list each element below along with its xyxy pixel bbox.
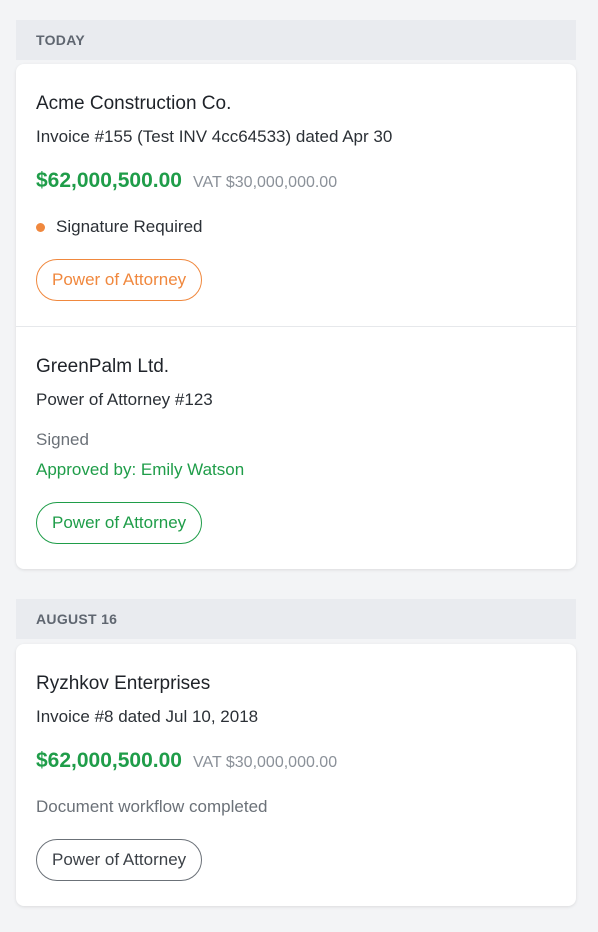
amount-value: $62,000,500.00 <box>36 749 182 772</box>
list-item-ryzhkov-enterprises[interactable]: Ryzhkov Enterprises Invoice #8 dated Jul… <box>16 644 576 906</box>
company-name: GreenPalm Ltd. <box>36 356 170 377</box>
amount-row: $62,000,500.00 VAT $30,000,000.00 <box>36 169 337 193</box>
company-name: Acme Construction Co. <box>36 93 232 114</box>
document-description: Invoice #155 (Test INV 4cc64533) dated A… <box>36 127 393 146</box>
power-of-attorney-tag-button[interactable]: Power of Attorney <box>36 502 203 544</box>
section-card-today: Acme Construction Co. Invoice #155 (Test… <box>16 64 576 569</box>
power-of-attorney-tag-button[interactable]: Power of Attorney <box>36 259 203 301</box>
section-header-august-16: AUGUST 16 <box>16 599 576 639</box>
amount-value: $62,000,500.00 <box>36 169 182 192</box>
status-text: Signed <box>36 430 89 449</box>
status-dot-icon <box>36 222 45 232</box>
status-line: Signature Required <box>36 217 202 237</box>
section-header-label: AUGUST 16 <box>36 611 118 627</box>
list-item-greenpalm[interactable]: GreenPalm Ltd. Power of Attorney #123 Si… <box>16 326 576 569</box>
section-header-today: TODAY <box>16 20 576 60</box>
vat-value: VAT $30,000,000.00 <box>192 754 338 771</box>
amount-row: $62,000,500.00 VAT $30,000,000.00 <box>36 749 337 773</box>
document-description: Power of Attorney #123 <box>36 390 213 409</box>
list-item-acme-construction[interactable]: Acme Construction Co. Invoice #155 (Test… <box>16 64 576 326</box>
document-description: Invoice #8 dated Jul 10, 2018 <box>36 707 259 726</box>
vat-value: VAT $30,000,000.00 <box>192 174 338 191</box>
document-feed: TODAY Acme Construction Co. Invoice #155… <box>0 0 598 932</box>
status-text: Signature Required <box>56 217 203 236</box>
section-card-august-16: Ryzhkov Enterprises Invoice #8 dated Jul… <box>16 644 576 906</box>
approved-by-text: Approved by: Emily Watson <box>36 460 245 479</box>
power-of-attorney-tag-button[interactable]: Power of Attorney <box>36 839 203 881</box>
company-name: Ryzhkov Enterprises <box>36 673 211 694</box>
status-text: Document workflow completed <box>36 797 268 816</box>
section-header-label: TODAY <box>36 32 85 48</box>
